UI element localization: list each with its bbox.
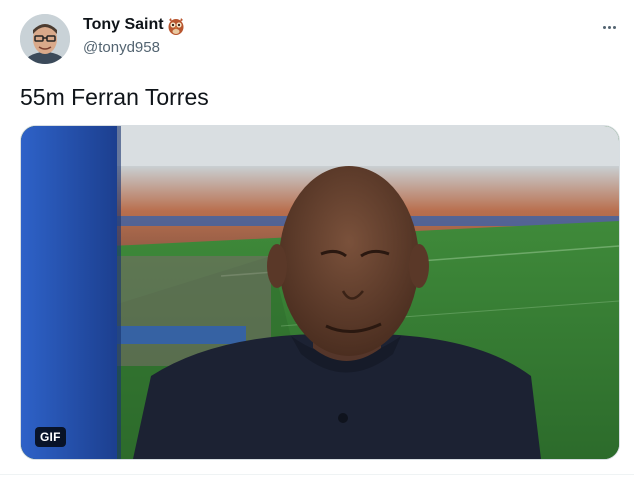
more-horizontal-icon: [607, 25, 611, 29]
tweet-media-gif[interactable]: GIF: [20, 125, 620, 460]
owl-icon: [167, 16, 185, 36]
gif-still-image: [21, 126, 619, 459]
more-horizontal-icon: [602, 25, 606, 29]
tweet-text: 55m Ferran Torres: [20, 84, 209, 110]
tweet-card: Tony Saint @tonyd958 55m Ferran Torres G…: [0, 0, 634, 478]
gif-badge: GIF: [35, 427, 66, 447]
more-horizontal-icon: [612, 25, 616, 29]
display-name[interactable]: Tony Saint: [83, 16, 164, 34]
avatar[interactable]: [20, 14, 70, 64]
user-handle[interactable]: @tonyd958: [83, 39, 160, 56]
more-options-button[interactable]: [596, 14, 622, 40]
avatar-image: [20, 14, 70, 64]
divider: [0, 474, 634, 475]
